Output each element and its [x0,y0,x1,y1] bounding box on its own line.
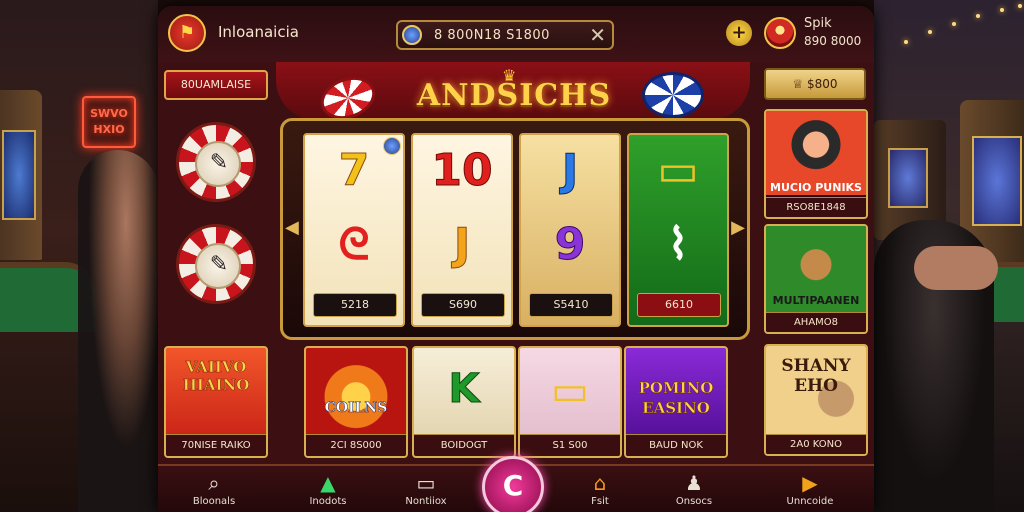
game-tile-label: BOIDOGT [414,434,514,456]
reel-symbol-top: 10 [431,145,493,197]
reel-2: 10 J S690 [411,133,513,327]
player-figure [78,150,158,512]
bonus-button[interactable]: ♕ $800 [764,68,866,100]
reel-symbol-bottom: J [453,219,471,271]
game-tile[interactable]: K BOIDOGT [412,346,516,458]
reel-symbol-top: ▭ [657,145,699,196]
user-icon: ♟ [685,471,703,495]
reel-symbol-bottom: 9 [554,219,586,271]
player-arm [914,246,998,290]
brand-title: ANDSICHS [416,78,612,113]
reel-value: S690 [421,293,505,317]
nav-item-notifications[interactable]: ▭ Nontiiox [386,470,466,507]
nav-label: Fsit [591,496,609,507]
game-card-title: MUCIO PUNIKS [770,181,862,194]
coin-icon [402,25,422,45]
reel-3: J 9 S5410 [519,133,621,327]
home-icon: ⌂ [593,471,607,495]
arrow-right-icon[interactable]: ▶ [731,217,745,238]
nav-item-products[interactable]: ▲ Inodots [288,470,368,507]
spin-icon: C [502,469,524,502]
search-value: 8 800N18 S1800 [434,28,550,43]
game-tile-label: 70NISE RAIKO [166,434,266,456]
game-card-title: SHANY EHO [781,356,851,396]
game-tile-title: VAIIVO HIAINO [182,358,250,395]
bonus-label: $800 [807,77,838,91]
reel-value: 6610 [637,293,721,317]
nav-item-play[interactable]: ▶ Unncoide [770,470,850,507]
game-tile-title: COILNS [324,400,388,417]
user-name: Spik [804,16,832,31]
reel-value: S5410 [529,293,613,317]
plus-icon: + [731,22,747,43]
neon-sign: SWVO HXIO [82,96,136,148]
nav-label: Bloonals [192,496,236,507]
chip-button-1[interactable]: ✎ [176,122,256,202]
avatar[interactable] [764,17,796,49]
app-title: Inloanaicia [218,23,299,41]
game-card-label: RSO8E1848 [766,197,866,217]
casino-app: ⚑ Inloanaicia 8 800N18 S1800 ✕ + Spik 89… [158,6,874,512]
game-tile-title: ▭ [551,368,589,414]
game-tile-title: POMINO EASINO [638,379,714,418]
inbox-icon: ▭ [416,471,436,495]
arrow-left-icon[interactable]: ◀ [285,217,299,238]
reel-symbol-top: 7 [338,145,370,197]
flag-icon: ⚑ [178,22,196,43]
arrow-up-icon: ▲ [320,471,336,495]
game-card-title: MULTIPAANEN [772,294,860,307]
game-tile[interactable]: VAIIVO HIAINO 70NISE RAIKO [164,346,268,458]
game-card[interactable]: MULTIPAANEN AHAMO8 [764,224,868,334]
game-tile[interactable]: POMINO EASINO BAUD NOK [624,346,728,458]
user-balance: 890 8000 [804,34,862,48]
nav-item-account[interactable]: ♟ Onsocs [654,470,734,507]
blue-chip-icon [642,72,704,118]
trophy-icon: ♕ [792,77,808,91]
nav-item-search[interactable]: ⌕ Bloonals [174,470,254,507]
cabinet-screen [972,136,1022,226]
nav-label: Nontiiox [405,496,447,507]
reel-4: ▭ ⌇ 6610 [627,133,729,327]
cabinet-screen [2,130,36,220]
game-tile-label: BAUD NOK [626,434,726,456]
slot-cabinet [0,90,42,260]
reel-symbol-bottom: ⌇ [667,219,689,270]
game-tile[interactable]: COILNS 2CI 8S000 [304,346,408,458]
game-card[interactable]: MUCIO PUNIKS RSO8E1848 [764,109,868,219]
nav-label: Inodots [309,496,347,507]
game-card-label: AHAMO8 [766,312,866,332]
background-right [874,0,1024,512]
game-tile-label: 2CI 8S000 [306,434,406,456]
search-icon: ⌕ [208,471,220,495]
reel-symbol-bottom: ᘓ [338,219,370,270]
close-icon[interactable]: ✕ [589,23,606,47]
add-funds-button[interactable]: + [726,20,752,46]
top-bar: ⚑ Inloanaicia 8 800N18 S1800 ✕ + Spik 89… [158,6,874,62]
nav-item-fruit[interactable]: ⌂ Fsit [560,470,640,507]
chip-button-2[interactable]: ✎ [176,224,256,304]
spin-button[interactable]: C [482,456,544,512]
reel-symbol-top: J [561,145,579,197]
background-left: SWVO HXIO [0,0,158,512]
category-button[interactable]: 80UAMLAISE [164,70,268,100]
reel-value: 5218 [313,293,397,317]
play-icon: ▶ [802,471,818,495]
back-button[interactable]: ⚑ [168,14,206,52]
reel-1: 7 ᘓ 5218 [303,133,405,327]
balance-search-field[interactable]: 8 800N18 S1800 ✕ [396,20,614,50]
cabinet-screen [888,148,928,208]
game-tile-title: K [448,366,480,413]
bottom-nav: ⌕ Bloonals ▲ Inodots ▭ Nontiiox C ⌂ Fsit… [158,456,874,512]
nav-label: Unncoide [786,496,834,507]
game-tile[interactable]: ▭ S1 S00 [518,346,622,458]
string-lights [894,0,1024,80]
pencil-icon: ✎ [209,150,229,175]
game-card-label: 2A0 KONO [766,434,866,454]
game-card[interactable]: SHANY EHO 2A0 KONO [764,344,868,456]
pencil-icon: ✎ [209,252,229,277]
game-tile-label: S1 S00 [520,434,620,456]
slot-reels-panel: ◀ ▶ 7 ᘓ 5218 10 J S690 J 9 S5410 ▭ ⌇ 661… [280,118,750,340]
nav-label: Onsocs [675,496,713,507]
